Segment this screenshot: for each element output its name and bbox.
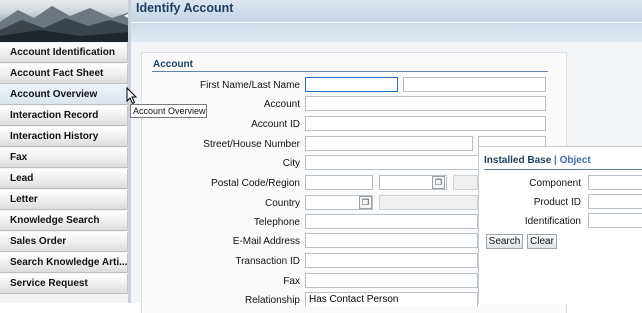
postal-code-input[interactable]	[305, 175, 373, 190]
product-id-input[interactable]	[588, 194, 642, 209]
popup-divider	[484, 169, 642, 170]
label-first-last-name: First Name/Last Name	[199, 80, 300, 91]
country-description-field	[379, 195, 478, 210]
section-divider	[152, 71, 548, 72]
fax-input[interactable]	[305, 273, 478, 288]
sidebar-item-service-request[interactable]: Service Request	[0, 274, 128, 294]
label-city: City	[282, 158, 300, 169]
sidebar-item-interaction-history[interactable]: Interaction History	[0, 127, 128, 147]
value-help-icon[interactable]: ❐	[359, 196, 372, 209]
section-title: Account	[153, 59, 193, 70]
region-description-field	[453, 175, 478, 190]
tab-installed-base[interactable]: Installed Base	[484, 155, 551, 166]
label-email-address: E-Mail Address	[232, 236, 300, 247]
last-name-input[interactable]	[403, 77, 546, 92]
tab-separator: |	[554, 155, 557, 166]
sidebar: ◀ Account Identification Account Fact Sh…	[0, 0, 130, 303]
label-relationship: Relationship	[244, 295, 300, 306]
relationship-select[interactable]: Has Contact Person	[305, 292, 478, 307]
label-postal-code-region: Postal Code/Region	[211, 178, 300, 189]
installed-base-tabs: Installed Base | Object	[484, 155, 591, 166]
value-help-icon[interactable]: ❐	[432, 176, 445, 189]
label-product-id: Product ID	[533, 197, 581, 208]
page-title: Identify Account	[136, 1, 234, 15]
label-account-id: Account ID	[251, 119, 300, 130]
label-country: Country	[264, 198, 300, 209]
identification-input[interactable]	[588, 213, 642, 228]
label-street-house-number: Street/House Number	[203, 139, 300, 150]
search-button[interactable]: Search	[486, 234, 523, 249]
component-input[interactable]	[588, 175, 642, 190]
logo-image	[0, 0, 130, 42]
label-fax: Fax	[283, 276, 300, 287]
street-input[interactable]	[305, 136, 473, 151]
label-identification: Identification	[524, 216, 581, 227]
email-input[interactable]	[305, 233, 478, 248]
label-transaction-id: Transaction ID	[235, 256, 300, 267]
sidebar-item-account-fact-sheet[interactable]: Account Fact Sheet	[0, 64, 128, 84]
tab-object[interactable]: Object	[560, 155, 591, 166]
installed-base-panel: Installed Base | Object Component Produc…	[478, 146, 642, 304]
sidebar-item-sales-order[interactable]: Sales Order	[0, 232, 128, 252]
clear-button[interactable]: Clear	[527, 234, 557, 249]
telephone-input[interactable]	[305, 214, 478, 229]
sidebar-item-lead[interactable]: Lead	[0, 169, 128, 189]
sidebar-item-fax[interactable]: Fax	[0, 148, 128, 168]
sidebar-item-knowledge-search[interactable]: Knowledge Search	[0, 211, 128, 231]
transaction-id-input[interactable]	[305, 253, 478, 268]
sidebar-item-account-overview[interactable]: Account Overview	[0, 85, 128, 105]
header-divider	[131, 22, 642, 23]
label-component: Component	[529, 178, 581, 189]
sidebar-item-letter[interactable]: Letter	[0, 190, 128, 210]
account-input[interactable]	[305, 96, 546, 111]
tooltip: Account Overview	[130, 104, 207, 118]
sidebar-item-interaction-record[interactable]: Interaction Record	[0, 106, 128, 126]
account-id-input[interactable]	[305, 116, 546, 131]
sidebar-item-account-identification[interactable]: Account Identification	[0, 43, 128, 63]
first-name-input[interactable]	[305, 77, 398, 92]
label-telephone: Telephone	[253, 217, 300, 228]
mouse-cursor-icon	[126, 86, 138, 105]
sidebar-item-search-knowledge-articles[interactable]: Search Knowledge Arti...	[0, 253, 128, 273]
page-header: Identify Account	[131, 0, 642, 42]
